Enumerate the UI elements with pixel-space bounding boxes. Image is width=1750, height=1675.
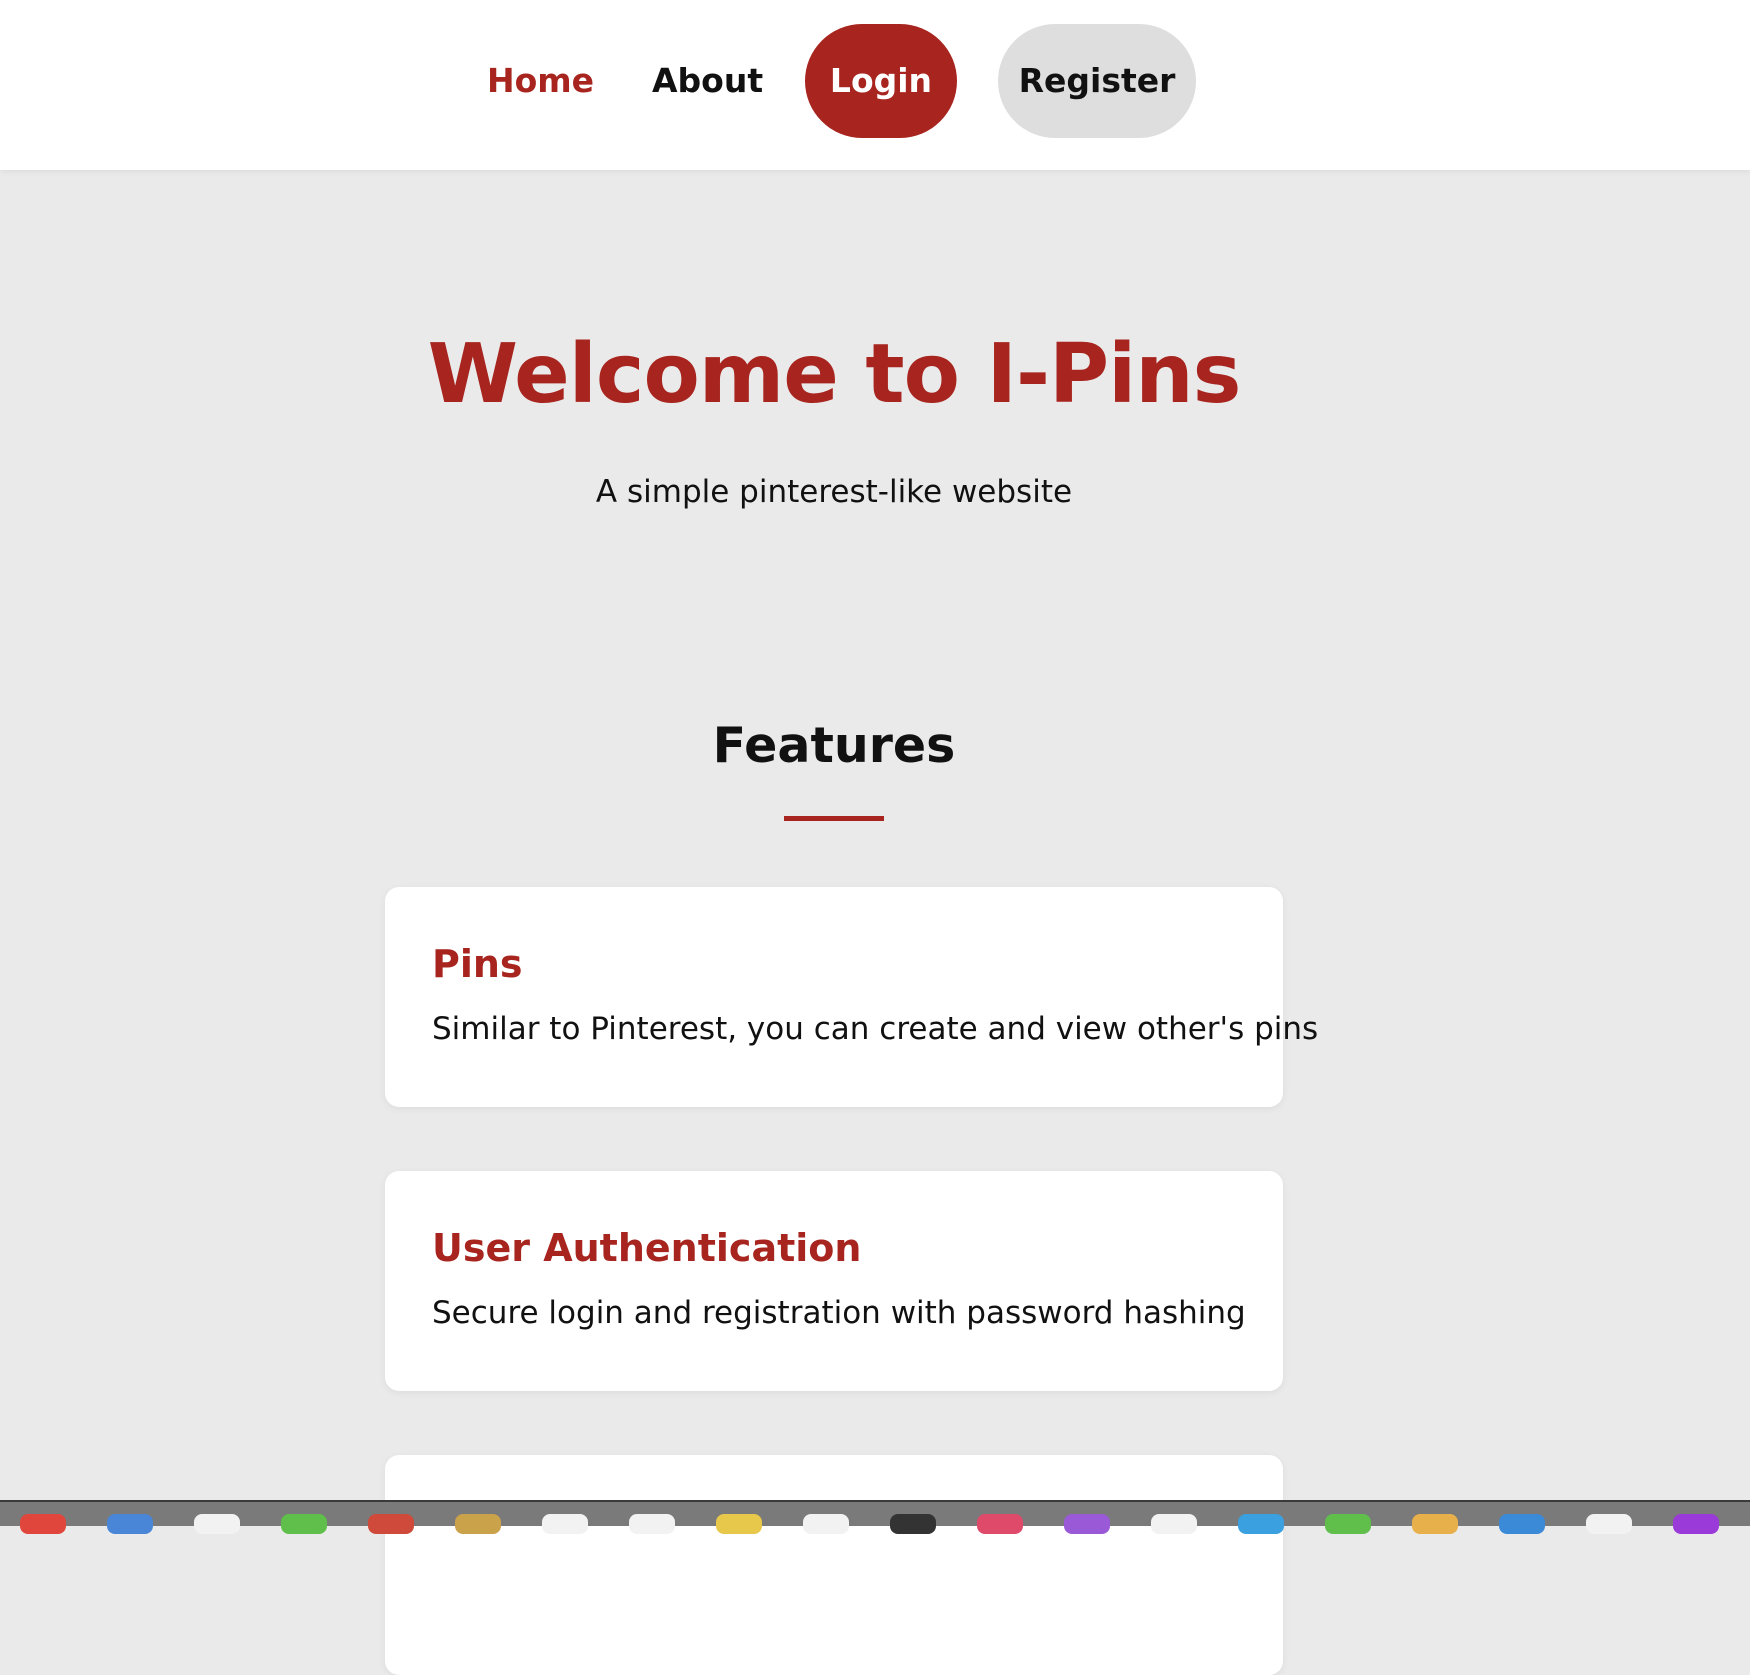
feature-card-partial — [385, 1455, 1283, 1675]
safari-icon[interactable] — [107, 1514, 153, 1534]
app-icon[interactable] — [1499, 1514, 1545, 1534]
feature-card-description: Secure login and registration with passw… — [432, 1295, 1246, 1331]
feature-card-title: User Authentication — [432, 1226, 862, 1270]
app-icon[interactable] — [194, 1514, 240, 1534]
feature-card-title: Pins — [432, 942, 523, 986]
app-icon[interactable] — [716, 1514, 762, 1534]
login-button[interactable]: Login — [805, 24, 957, 138]
nav-link-home[interactable]: Home — [487, 24, 594, 138]
app-icon[interactable] — [803, 1514, 849, 1534]
nav-link-about[interactable]: About — [652, 24, 763, 138]
app-icon[interactable] — [281, 1514, 327, 1534]
app-icon[interactable] — [368, 1514, 414, 1534]
features-underline-divider — [784, 816, 884, 821]
finder-icon[interactable] — [20, 1514, 66, 1534]
app-icon[interactable] — [1151, 1514, 1197, 1534]
app-icon[interactable] — [1412, 1514, 1458, 1534]
app-icon[interactable] — [1238, 1514, 1284, 1534]
top-navbar: Home About Login Register — [0, 0, 1750, 170]
app-icon[interactable] — [542, 1514, 588, 1534]
hero-subtitle: A simple pinterest-like website — [595, 474, 1073, 510]
feature-card-description: Similar to Pinterest, you can create and… — [432, 1011, 1319, 1047]
app-icon[interactable] — [629, 1514, 675, 1534]
app-icon[interactable] — [1064, 1514, 1110, 1534]
feature-card-pins: Pins Similar to Pinterest, you can creat… — [385, 887, 1318, 1107]
app-icon[interactable] — [1325, 1514, 1371, 1534]
app-icon[interactable] — [455, 1514, 501, 1534]
app-icon[interactable] — [890, 1514, 936, 1534]
register-button[interactable]: Register — [998, 24, 1196, 138]
os-dock — [0, 1500, 1750, 1534]
feature-card-user-authentication: User Authentication Secure login and reg… — [385, 1171, 1283, 1391]
hero-title: Welcome to I-Pins — [427, 327, 1242, 422]
features-heading: Features — [712, 717, 956, 774]
app-icon[interactable] — [1673, 1514, 1719, 1534]
app-icon[interactable] — [977, 1514, 1023, 1534]
app-icon[interactable] — [1586, 1514, 1632, 1534]
